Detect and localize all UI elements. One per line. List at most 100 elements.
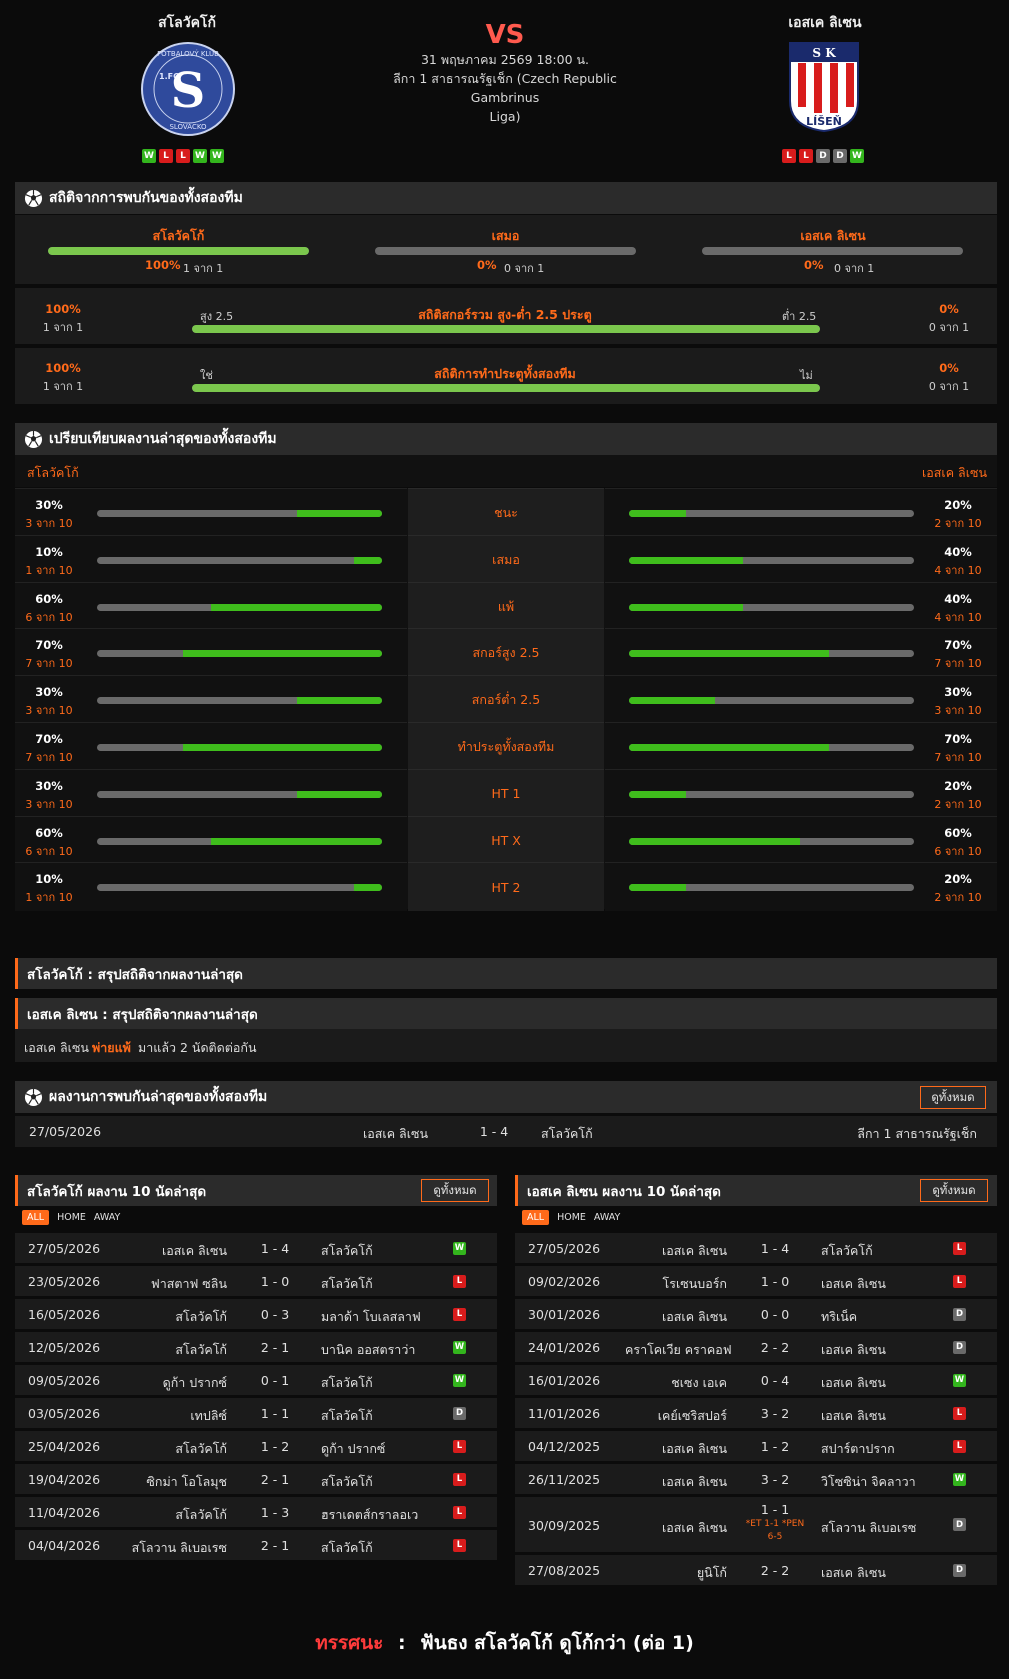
row-away-team[interactable]: เอสเค ลิเซน	[821, 1563, 886, 1583]
row-home-team[interactable]: สโลวัคโก้	[125, 1505, 227, 1525]
compare-home-bar	[97, 650, 382, 658]
last10-row[interactable]: 09/02/2026 โรเซนบอร์ก 1 - 0 เอสเค ลิเซน L	[515, 1266, 997, 1296]
row-away-team[interactable]: สโลวาน ลิเบอเรซ	[821, 1518, 916, 1538]
home-tab-away[interactable]: AWAY	[94, 1212, 120, 1223]
row-away-team[interactable]: สโลวัคโก้	[321, 1538, 373, 1558]
form-badge: W	[210, 149, 224, 163]
row-home-team[interactable]: เคย์เซริสปอร์	[625, 1406, 727, 1426]
row-away-team[interactable]: มลาด้า โบเลสลาฟ	[321, 1307, 421, 1327]
last10-row[interactable]: 09/05/2026 ดูก้า ปรากซ์ 0 - 1 สโลวัคโก้ W	[15, 1365, 497, 1395]
row-away-team[interactable]: สโลวัคโก้	[321, 1373, 373, 1393]
row-home-team[interactable]: โรเซนบอร์ก	[625, 1274, 727, 1294]
row-home-team[interactable]: เอสเค ลิเซน	[625, 1241, 727, 1261]
row-home-team[interactable]: สโลวัคโก้	[125, 1439, 227, 1459]
row-home-team[interactable]: เอสเค ลิเซน	[125, 1241, 227, 1261]
h2h-result-home[interactable]: เอสเค ลิเซน	[250, 1124, 428, 1144]
row-away-team[interactable]: สโลวัคโก้	[321, 1241, 373, 1261]
home-tab-all[interactable]: ALL	[22, 1210, 50, 1225]
compare-away-pct: 70%	[944, 732, 972, 746]
h2h-result-panel: สโลวัคโก้ เสมอ เอสเค ลิเซน 100% 1 จาก 1 …	[15, 215, 997, 284]
h2h-result-row[interactable]: 27/05/2026 เอสเค ลิเซน 1 - 4 สโลวัคโก้ ล…	[15, 1116, 997, 1147]
form-badge: L	[782, 149, 796, 163]
row-away-team[interactable]: สปาร์ตาปราก	[821, 1439, 895, 1459]
last10-row[interactable]: 27/05/2026 เอสเค ลิเซน 1 - 4 สโลวัคโก้ W	[15, 1233, 497, 1263]
last10-row[interactable]: 30/09/2025 เอสเค ลิเซน 1 - 1 สโลวาน ลิเบอเร…	[515, 1497, 997, 1552]
h2h-result-date: 27/05/2026	[29, 1124, 102, 1139]
h2h-result-away[interactable]: สโลวัคโก้	[541, 1124, 593, 1144]
away-tab-home[interactable]: HOME	[557, 1212, 586, 1223]
last10-row[interactable]: 25/04/2026 สโลวัคโก้ 1 - 2 ดูก้า ปรากซ์ L	[15, 1431, 497, 1461]
compare-away-name[interactable]: เอสเค ลิเซน	[922, 463, 987, 483]
form-badge: D	[833, 149, 847, 163]
last10-row[interactable]: 11/04/2026 สโลวัคโก้ 1 - 3 ฮราเดตส์กราลอเว L	[15, 1497, 497, 1527]
row-home-team[interactable]: ซิกม่า โอโลมุช	[125, 1472, 227, 1492]
row-away-team[interactable]: ฮราเดตส์กราลอเว	[321, 1505, 418, 1525]
away-tab-all[interactable]: ALL	[522, 1210, 550, 1225]
row-away-team[interactable]: สโลวัคโก้	[321, 1274, 373, 1294]
row-date: 25/04/2026	[28, 1439, 101, 1454]
last10-row[interactable]: 12/05/2026 สโลวัคโก้ 2 - 1 บานิค ออสตราว่า W	[15, 1332, 497, 1362]
row-home-team[interactable]: สโลวัคโก้	[125, 1340, 227, 1360]
row-home-team[interactable]: เอสเค ลิเซน	[625, 1518, 727, 1538]
row-away-team[interactable]: สโลวัคโก้	[321, 1406, 373, 1426]
row-away-team[interactable]: เอสเค ลิเซน	[821, 1340, 886, 1360]
row-result-badge: L	[453, 1274, 466, 1288]
last10-row[interactable]: 04/12/2025 เอสเค ลิเซน 1 - 2 สปาร์ตาปราก L	[515, 1431, 997, 1461]
row-away-team[interactable]: เอสเค ลิเซน	[821, 1274, 886, 1294]
last10-row[interactable]: 11/01/2026 เคย์เซริสปอร์ 3 - 2 เอสเค ลิเซน L	[515, 1398, 997, 1428]
last10-row[interactable]: 26/11/2025 เอสเค ลิเซน 3 - 2 วิโซซิน่า จิคล…	[515, 1464, 997, 1494]
last10-row[interactable]: 03/05/2026 เทปลิซ์ 1 - 1 สโลวัคโก้ D	[15, 1398, 497, 1428]
prediction-separator: :	[398, 1632, 406, 1654]
row-home-team[interactable]: เอสเค ลิเซน	[625, 1307, 727, 1327]
row-away-team[interactable]: สโลวัคโก้	[821, 1241, 873, 1261]
h2h-draw-pct: 0%	[477, 258, 497, 272]
row-away-team[interactable]: วิโซซิน่า จิคลาวา	[821, 1472, 916, 1492]
home-team-name[interactable]: สโลวัคโก้	[87, 12, 287, 34]
row-away-team[interactable]: เอสเค ลิเซน	[821, 1373, 886, 1393]
h2h-view-all-button[interactable]: ดูทั้งหมด	[920, 1086, 986, 1109]
h2h-draw-bar	[375, 247, 636, 255]
row-away-team[interactable]: เอสเค ลิเซน	[821, 1406, 886, 1426]
row-home-team[interactable]: ดูก้า ปรากซ์	[125, 1373, 227, 1393]
last10-row[interactable]: 04/04/2026 สโลวาน ลิเบอเรซ 2 - 1 สโลวัคโก้ L	[15, 1530, 497, 1560]
home-team-logo[interactable]: FOTBALOVÝ KLUB 1.FC S SLOVÁCKO	[140, 41, 236, 137]
row-home-team[interactable]: สโลวัคโก้	[125, 1307, 227, 1327]
row-away-team[interactable]: ทริเน็ค	[821, 1307, 857, 1327]
last10-row[interactable]: 27/05/2026 เอสเค ลิเซน 1 - 4 สโลวัคโก้ L	[515, 1233, 997, 1263]
last10-row[interactable]: 19/04/2026 ซิกม่า โอโลมุช 2 - 1 สโลวัคโก้ L	[15, 1464, 497, 1494]
row-date: 27/05/2026	[28, 1241, 101, 1256]
compare-away-count: 7 จาก 10	[934, 657, 982, 671]
last10-row[interactable]: 27/08/2025 ยูนิโก้ 2 - 2 เอสเค ลิเซน D	[515, 1555, 997, 1585]
row-score: 2 - 2	[760, 1340, 790, 1355]
last10-row[interactable]: 24/01/2026 คราโคเวีย คราคอฟ 2 - 2 เอสเค ลิเ…	[515, 1332, 997, 1362]
compare-away-pct: 20%	[944, 778, 972, 793]
away-last10-view-all-button[interactable]: ดูทั้งหมด	[920, 1179, 988, 1202]
row-date: 16/05/2026	[28, 1307, 101, 1322]
compare-away-pct: 60%	[944, 825, 972, 840]
row-home-team[interactable]: คราโคเวีย คราคอฟ	[625, 1340, 732, 1360]
row-home-team[interactable]: ฟาสตาฟ ซลิน	[125, 1274, 227, 1294]
away-summary-note: เอสเค ลิเซน พ่ายแพ้ มาแล้ว 2 นัดติดต่อกั…	[15, 1029, 997, 1062]
last10-row[interactable]: 16/05/2026 สโลวัคโก้ 0 - 3 มลาด้า โบเลสลาฟ L	[15, 1299, 497, 1329]
row-home-team[interactable]: เอสเค ลิเซน	[625, 1439, 727, 1459]
home-tab-home[interactable]: HOME	[57, 1212, 86, 1223]
last10-row[interactable]: 23/05/2026 ฟาสตาฟ ซลิน 1 - 0 สโลวัคโก้ L	[15, 1266, 497, 1296]
row-away-team[interactable]: ดูก้า ปรากซ์	[321, 1439, 385, 1459]
away-last10-tabs: ALL HOME AWAY	[522, 1210, 620, 1225]
away-team-logo[interactable]: S K LÍŠEŇ	[788, 41, 860, 133]
compare-home-name[interactable]: สโลวัคโก้	[27, 463, 79, 483]
row-home-team[interactable]: ชเซง เอเค	[625, 1373, 727, 1393]
row-home-team[interactable]: เอสเค ลิเซน	[625, 1472, 727, 1492]
away-team-name[interactable]: เอสเค ลิเซน	[725, 12, 925, 34]
row-away-team[interactable]: บานิค ออสตราว่า	[321, 1340, 415, 1360]
last10-row[interactable]: 16/01/2026 ชเซง เอเค 0 - 4 เอสเค ลิเซน W	[515, 1365, 997, 1395]
away-tab-away[interactable]: AWAY	[594, 1212, 620, 1223]
row-away-team[interactable]: สโลวัคโก้	[321, 1472, 373, 1492]
compare-away-pct: 40%	[944, 544, 972, 559]
row-home-team[interactable]: สโลวาน ลิเบอเรซ	[125, 1538, 227, 1558]
row-home-team[interactable]: ยูนิโก้	[625, 1563, 727, 1583]
compare-home-count: 7 จาก 10	[25, 751, 73, 764]
home-last10-view-all-button[interactable]: ดูทั้งหมด	[421, 1179, 489, 1202]
last10-row[interactable]: 30/01/2026 เอสเค ลิเซน 0 - 0 ทริเน็ค D	[515, 1299, 997, 1329]
row-home-team[interactable]: เทปลิซ์	[125, 1406, 227, 1426]
